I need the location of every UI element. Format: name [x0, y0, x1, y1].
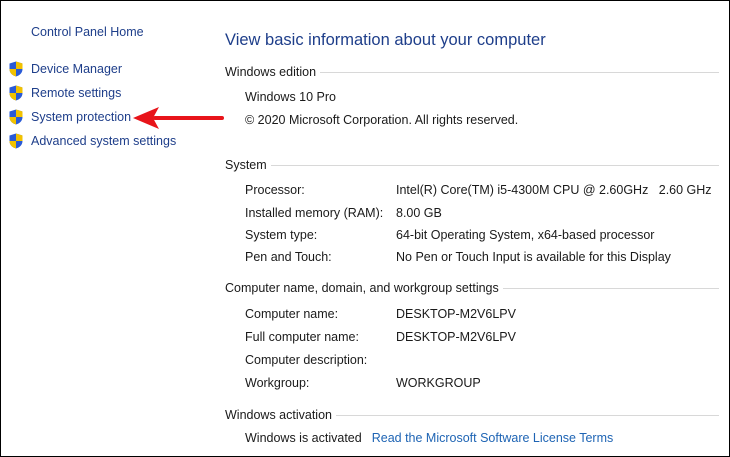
info-row-full-computer-name: Full computer name: DESKTOP-M2V6LPV: [245, 328, 516, 346]
info-value: DESKTOP-M2V6LPV: [396, 307, 516, 321]
section-divider: [270, 164, 719, 166]
activation-row: Windows is activated Read the Microsoft …: [245, 431, 613, 445]
info-row-installed-memory: Installed memory (RAM): 8.00 GB: [245, 204, 442, 222]
section-divider: [502, 287, 719, 289]
section-windows-edition: Windows edition: [225, 64, 719, 80]
control-panel-home-link[interactable]: Control Panel Home: [31, 25, 144, 39]
info-value: 8.00 GB: [396, 206, 442, 220]
info-value: Intel(R) Core(TM) i5-4300M CPU @ 2.60GHz…: [396, 183, 712, 197]
sidebar-item-device-manager[interactable]: Device Manager: [8, 59, 122, 79]
section-heading: Computer name, domain, and workgroup set…: [225, 281, 499, 295]
section-heading: Windows activation: [225, 408, 332, 422]
sidebar-item-remote-settings[interactable]: Remote settings: [8, 83, 121, 103]
info-row-system-type: System type: 64-bit Operating System, x6…: [245, 226, 654, 244]
info-key: Full computer name:: [245, 330, 359, 344]
info-key: System type:: [245, 228, 318, 242]
sidebar-item-label: Advanced system settings: [31, 134, 177, 148]
section-computer-name: Computer name, domain, and workgroup set…: [225, 280, 719, 296]
sidebar-item-label: System protection: [31, 110, 132, 124]
section-heading: System: [225, 158, 267, 172]
sidebar-item-label: Device Manager: [31, 62, 123, 76]
section-divider: [336, 414, 719, 416]
uac-shield-icon: [8, 109, 24, 125]
uac-shield-icon: [8, 61, 24, 77]
info-key: Pen and Touch:: [245, 250, 332, 264]
info-row-computer-description: Computer description:: [245, 351, 396, 369]
sidebar-item-label: Remote settings: [31, 86, 122, 100]
info-key: Computer description:: [245, 353, 368, 367]
info-key: Computer name:: [245, 307, 339, 321]
info-row-pen-and-touch: Pen and Touch: No Pen or Touch Input is …: [245, 248, 671, 266]
license-terms-link[interactable]: Read the Microsoft Software License Term…: [372, 431, 614, 445]
info-row-computer-name: Computer name: DESKTOP-M2V6LPV: [245, 305, 516, 323]
sidebar-item-system-protection[interactable]: System protection: [8, 107, 131, 127]
section-divider: [320, 71, 719, 73]
activation-status: Windows is activated: [245, 431, 362, 445]
section-system: System: [225, 157, 719, 173]
info-key: Processor:: [245, 183, 305, 197]
uac-shield-icon: [8, 133, 24, 149]
left-sidebar: Control Panel Home Device Manager Remote…: [1, 1, 224, 456]
info-key: Workgroup:: [245, 376, 310, 390]
info-value: No Pen or Touch Input is available for t…: [396, 250, 671, 264]
section-windows-activation: Windows activation: [225, 407, 719, 423]
info-value: WORKGROUP: [396, 376, 481, 390]
info-row-workgroup: Workgroup: WORKGROUP: [245, 374, 481, 392]
main-content: View basic information about your comput…: [211, 1, 729, 456]
info-value: DESKTOP-M2V6LPV: [396, 330, 516, 344]
sidebar-item-advanced-system-settings[interactable]: Advanced system settings: [8, 131, 176, 151]
info-row-processor: Processor: Intel(R) Core(TM) i5-4300M CP…: [245, 181, 712, 199]
page-title: View basic information about your comput…: [225, 31, 546, 49]
section-heading: Windows edition: [225, 65, 317, 79]
info-value: 64-bit Operating System, x64-based proce…: [396, 228, 655, 242]
uac-shield-icon: [8, 85, 24, 101]
windows-edition-name: Windows 10 Pro: [245, 90, 337, 104]
info-key: Installed memory (RAM):: [245, 206, 384, 220]
copyright-text: © 2020 Microsoft Corporation. All rights…: [245, 113, 519, 127]
